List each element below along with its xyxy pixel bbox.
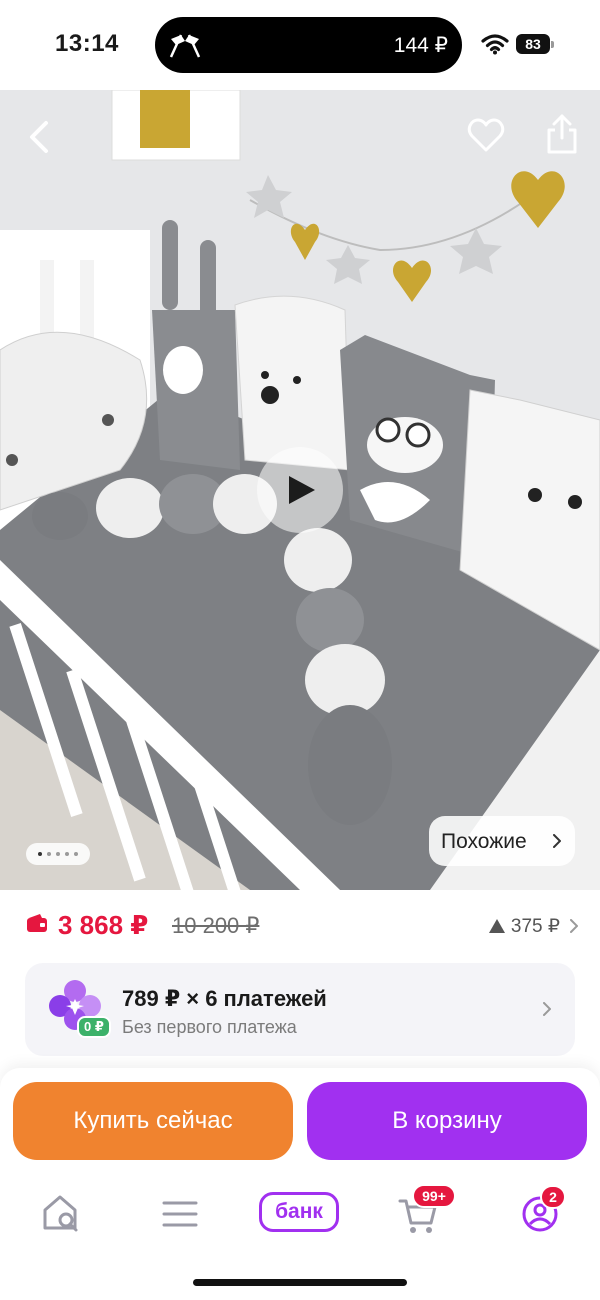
- wallet-card-icon: [27, 914, 47, 932]
- bottom-tab-bar: банк 99+ 2: [0, 1180, 600, 1244]
- chevron-right-icon: [543, 1002, 551, 1016]
- old-price: 10 200 ₽: [172, 913, 260, 938]
- similar-label: Похожие: [441, 830, 527, 853]
- add-to-cart-button[interactable]: В корзину: [307, 1082, 587, 1160]
- cart-count-badge: 99+: [412, 1184, 456, 1208]
- battery-indicator: 83: [516, 34, 554, 54]
- favorite-heart-button[interactable]: [466, 116, 506, 156]
- island-amount: 144 ₽: [393, 34, 448, 57]
- installment-title: 789 ₽ × 6 платежей: [122, 986, 327, 1011]
- installment-card[interactable]: 0 ₽ 789 ₽ × 6 платежей Без первого плате…: [25, 963, 575, 1056]
- tab-cart[interactable]: 99+: [398, 1180, 458, 1244]
- chevron-right-icon: [553, 834, 561, 848]
- buy-now-button[interactable]: Купить сейчас: [13, 1082, 293, 1160]
- photo-pagination-dots: [26, 843, 90, 865]
- tab-catalog[interactable]: [160, 1180, 200, 1244]
- bonus-amount: 375 ₽: [510, 916, 560, 937]
- photo-dot: [65, 852, 69, 856]
- share-button[interactable]: [542, 112, 582, 156]
- dynamic-island[interactable]: 144 ₽: [155, 17, 462, 73]
- back-button[interactable]: [20, 115, 60, 159]
- current-price: 3 868 ₽: [58, 910, 149, 940]
- bonus-points: 375 ₽: [488, 915, 560, 938]
- wifi-icon: [481, 34, 509, 55]
- installment-subtitle: Без первого платежа: [122, 1017, 297, 1037]
- similar-products-button[interactable]: Похожие: [429, 816, 575, 866]
- installment-zero-badge: 0 ₽: [77, 1016, 111, 1038]
- chevron-right-icon[interactable]: [570, 919, 578, 933]
- status-time: 13:14: [55, 30, 119, 57]
- bonus-triangle-icon: [488, 919, 505, 933]
- price-row[interactable]: 3 868 ₽ 10 200 ₽ 375 ₽: [0, 905, 600, 950]
- home-search-icon: [43, 1195, 78, 1232]
- battery-level: 83: [516, 34, 550, 54]
- tab-profile[interactable]: 2: [518, 1180, 570, 1244]
- play-video-button[interactable]: [257, 447, 343, 533]
- home-indicator: [193, 1279, 407, 1286]
- product-photo-carousel[interactable]: Похожие: [0, 90, 600, 890]
- menu-icon: [162, 1201, 198, 1227]
- photo-dot: [38, 852, 42, 856]
- photo-dot: [47, 852, 51, 856]
- status-bar: 13:14 144 ₽ 83: [0, 0, 600, 90]
- photo-dot: [74, 852, 78, 856]
- tab-bank[interactable]: банк: [259, 1180, 341, 1244]
- play-icon: [289, 476, 315, 504]
- tab-home[interactable]: [40, 1180, 82, 1244]
- profile-notification-badge: 2: [540, 1185, 566, 1209]
- checkered-flags-icon: [169, 34, 201, 58]
- bank-icon: банк: [259, 1192, 339, 1232]
- photo-dot: [56, 852, 60, 856]
